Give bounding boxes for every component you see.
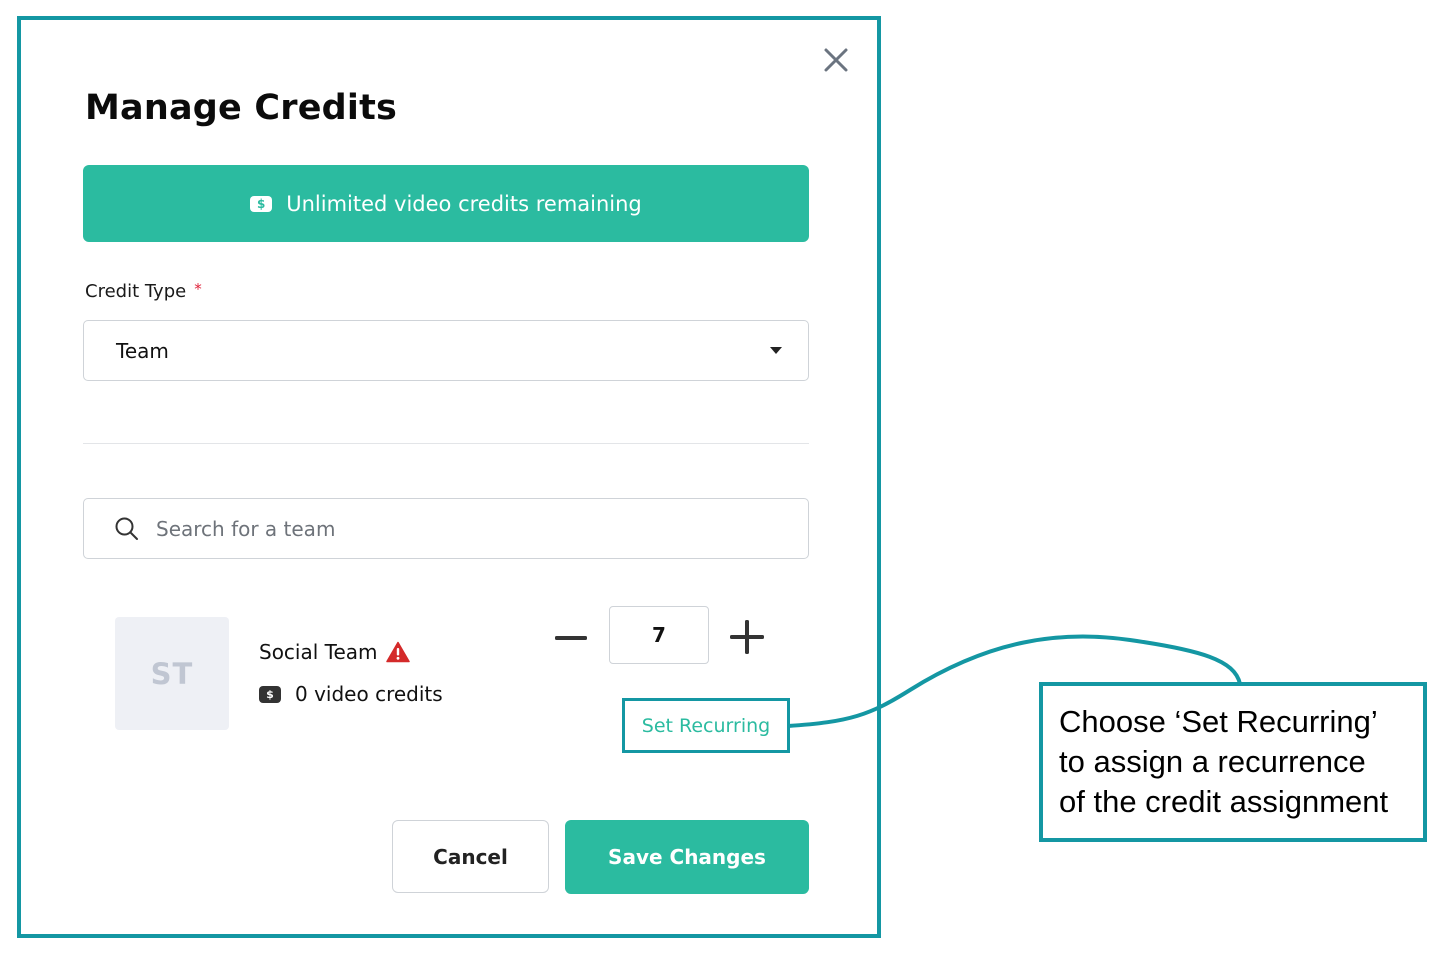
callout-line: to assign a recurrence	[1059, 744, 1366, 779]
callout-line: Choose ‘Set Recurring’	[1059, 704, 1378, 739]
annotation-callout: Choose ‘Set Recurring’ to assign a recur…	[1039, 682, 1427, 842]
callout-line: of the credit assignment	[1059, 784, 1389, 819]
